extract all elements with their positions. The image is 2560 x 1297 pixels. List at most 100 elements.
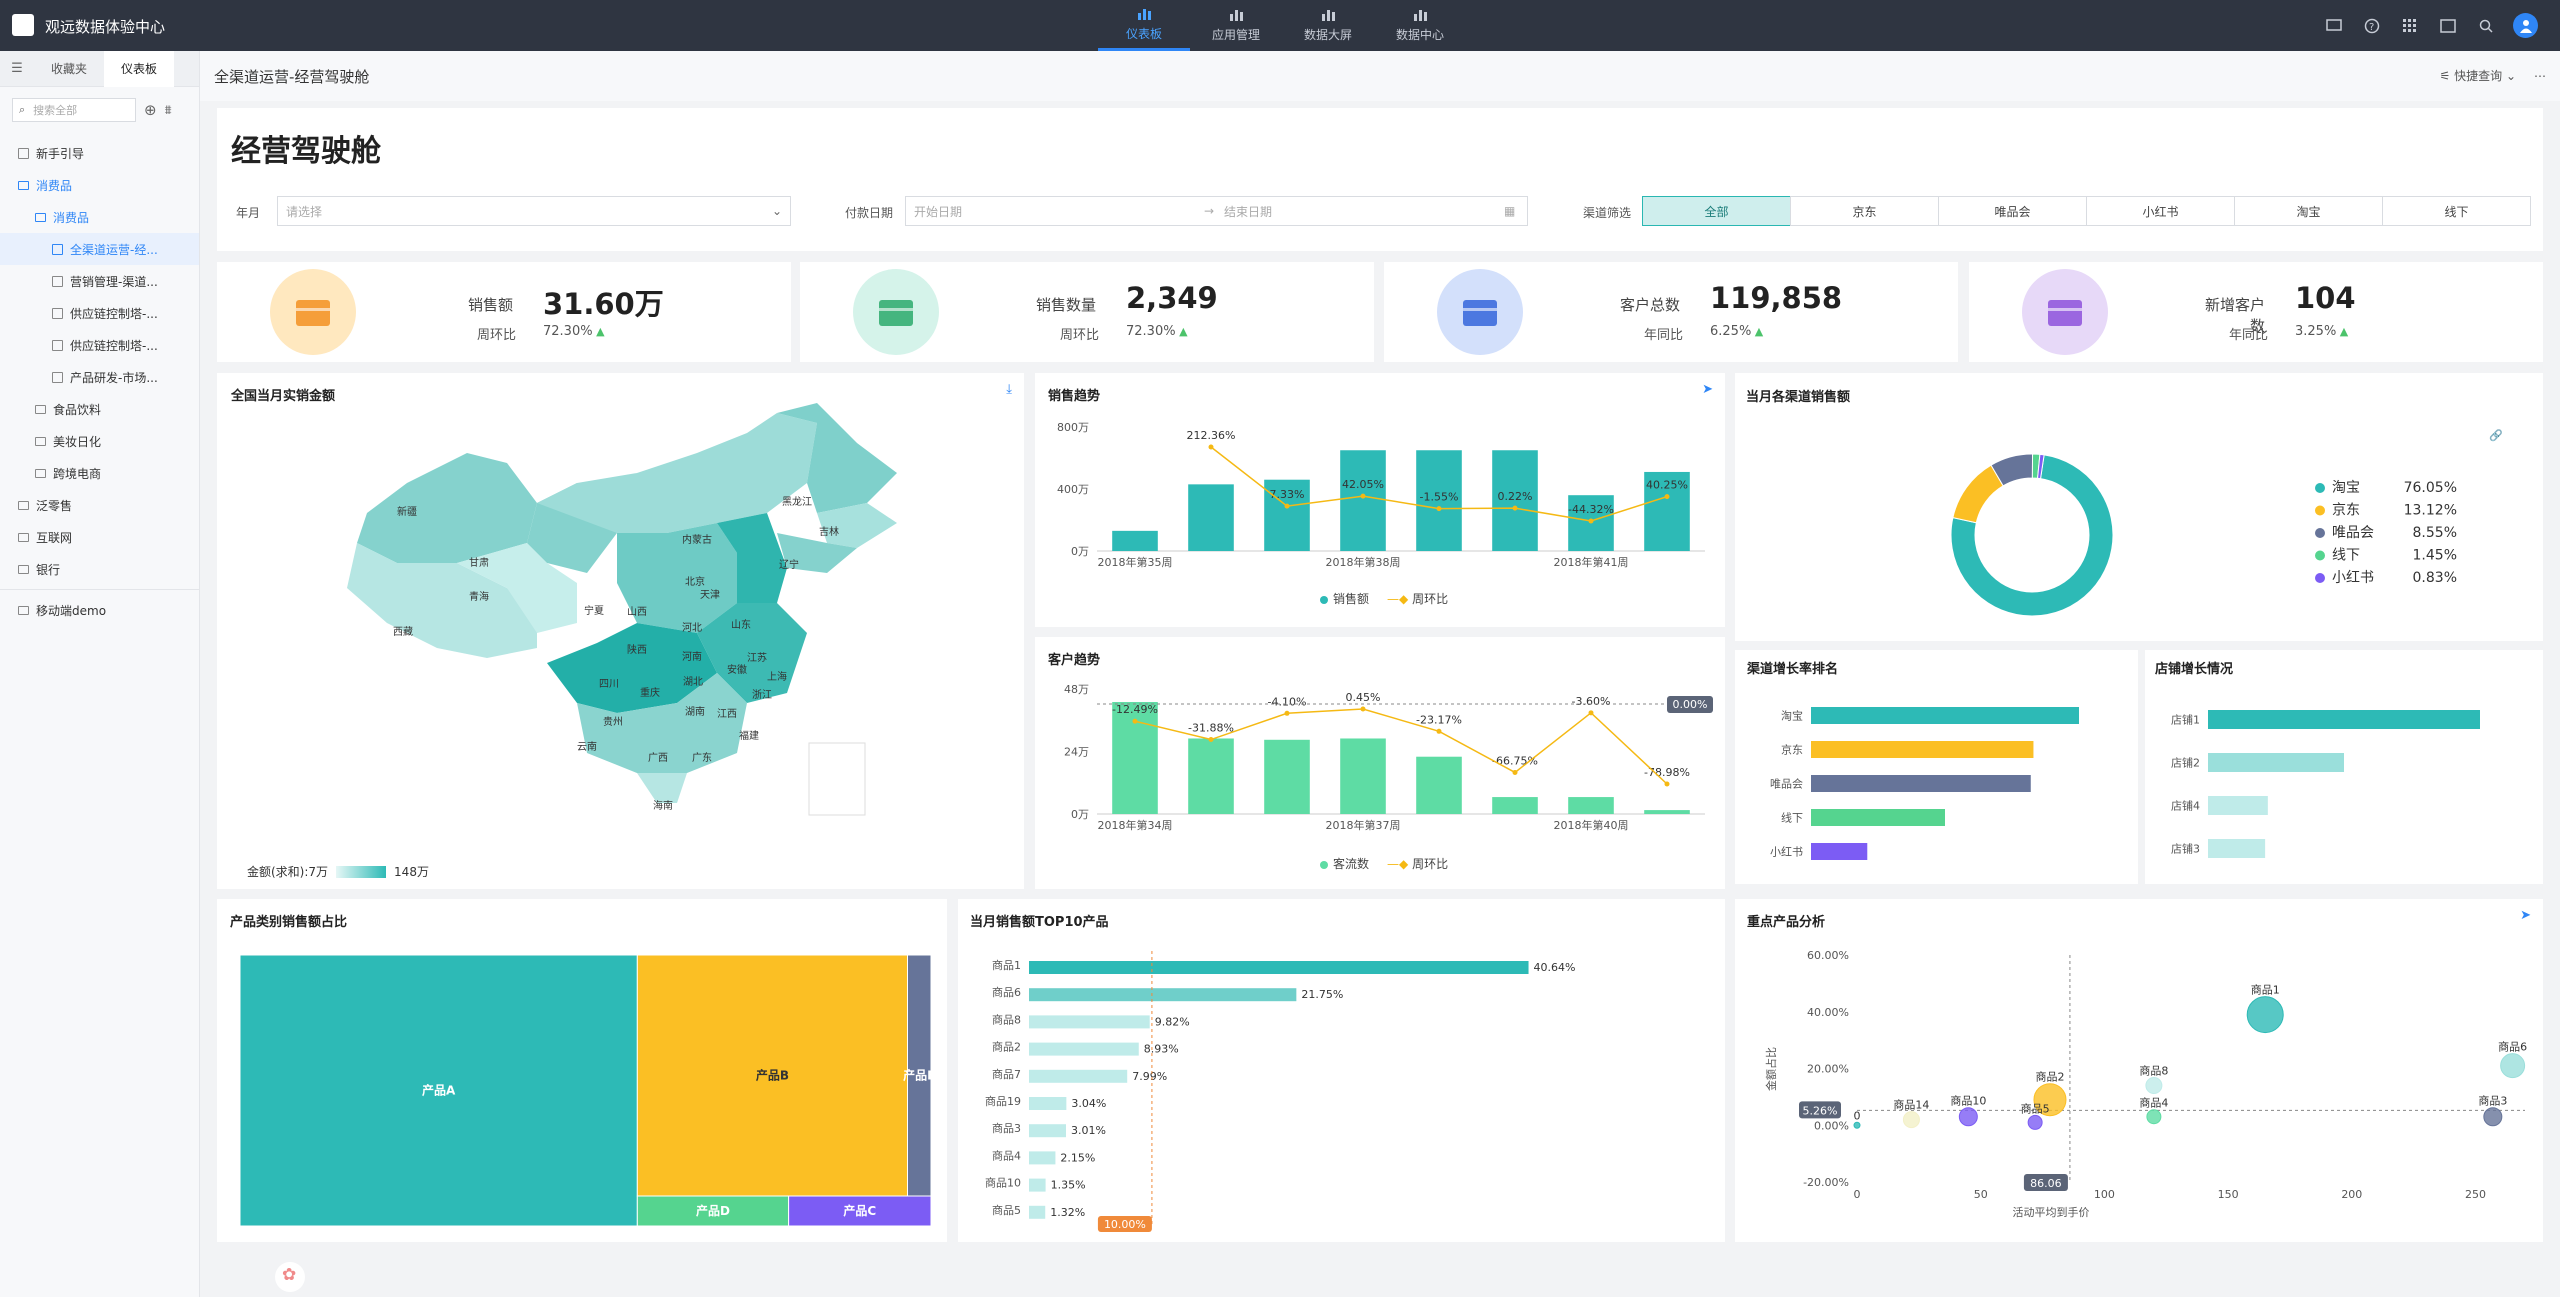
line-point[interactable] <box>1208 444 1214 450</box>
bubble-point[interactable] <box>1902 1111 1920 1129</box>
sidebar-search-input[interactable]: ⌕ 搜索全部 <box>12 98 136 122</box>
apps-grid-icon[interactable] <box>2399 15 2421 37</box>
line-point[interactable] <box>1208 737 1214 743</box>
bar[interactable] <box>1568 797 1614 814</box>
bar[interactable] <box>1029 988 1297 1002</box>
map-region-xinjiang[interactable] <box>357 453 537 563</box>
bubble-point[interactable] <box>1853 1121 1861 1129</box>
tree-item[interactable]: 供应链控制塔-... <box>0 297 199 329</box>
bar[interactable] <box>1644 810 1690 814</box>
bar[interactable] <box>2208 796 2268 815</box>
line-point[interactable] <box>1360 493 1366 499</box>
bar[interactable] <box>1029 1097 1067 1110</box>
assistant-icon[interactable]: ✿ <box>275 1262 305 1292</box>
bar[interactable] <box>1811 843 1868 860</box>
end-date-input[interactable]: 结束日期 <box>1224 203 1504 220</box>
tree-item[interactable]: 泛零售 <box>0 489 199 521</box>
line-point[interactable] <box>1512 769 1518 775</box>
year-select[interactable]: 请选择 ⌄ <box>277 196 791 226</box>
bar[interactable] <box>2208 753 2344 772</box>
map-region-neimenggu[interactable] <box>537 413 817 533</box>
line-point[interactable] <box>1436 728 1442 734</box>
bar[interactable] <box>1811 775 2031 792</box>
bubble-point[interactable] <box>2145 1077 2163 1095</box>
channel-option[interactable]: 京东 <box>1790 196 1939 226</box>
nav-apps[interactable]: 应用管理 <box>1190 0 1282 51</box>
donut-legend-label[interactable]: 唯品会 <box>2332 525 2374 541</box>
tree-item[interactable]: 美妆日化 <box>0 425 199 457</box>
tree-item[interactable]: 营销管理-渠道... <box>0 265 199 297</box>
donut-legend-label[interactable]: 京东 <box>2332 503 2360 519</box>
screen-icon[interactable] <box>2323 15 2345 37</box>
filter-icon[interactable]: ⩩ <box>165 103 172 118</box>
bubble-point[interactable] <box>2027 1114 2043 1130</box>
tree-item[interactable]: 跨境电商 <box>0 457 199 489</box>
line-point[interactable] <box>1512 505 1518 511</box>
channel-option[interactable]: 小红书 <box>2086 196 2235 226</box>
bar[interactable] <box>2208 839 2266 858</box>
line-point[interactable] <box>1588 518 1594 524</box>
donut-legend-label[interactable]: 淘宝 <box>2332 480 2360 496</box>
nav-chart[interactable]: 仪表板 <box>1098 0 1190 51</box>
bar[interactable] <box>1416 756 1462 814</box>
bubble-point[interactable] <box>2500 1053 2526 1079</box>
bubble-point[interactable] <box>2483 1107 2503 1127</box>
bar[interactable] <box>1811 741 2034 758</box>
bar[interactable] <box>1029 1042 1139 1056</box>
tab-dashboards[interactable]: 仪表板 <box>104 50 174 87</box>
bubble-point[interactable] <box>1958 1107 1978 1127</box>
bubble-point[interactable] <box>2146 1109 2162 1125</box>
line-point[interactable] <box>1284 710 1290 716</box>
quick-query-button[interactable]: ⚟ 快捷查询 ⌄ <box>2440 67 2516 84</box>
nav-database[interactable]: 数据中心 <box>1374 0 1466 51</box>
channel-option[interactable]: 线下 <box>2382 196 2531 226</box>
donut-legend-label[interactable]: 线下 <box>2332 548 2360 564</box>
bar[interactable] <box>1029 1015 1150 1029</box>
line-point[interactable] <box>1664 781 1670 787</box>
bar[interactable] <box>1340 738 1386 814</box>
menu-collapse-icon[interactable]: ☰ <box>0 61 34 76</box>
bar[interactable] <box>1492 797 1538 814</box>
bubble-point[interactable] <box>2246 996 2284 1034</box>
bar[interactable] <box>1188 738 1234 814</box>
bar[interactable] <box>1029 1178 1046 1192</box>
line-point[interactable] <box>1360 706 1366 712</box>
bar[interactable] <box>1264 739 1310 814</box>
channel-option[interactable]: 淘宝 <box>2234 196 2383 226</box>
date-range-picker[interactable]: 开始日期 → 结束日期 ▦ <box>905 196 1528 226</box>
add-icon[interactable]: ⊕ <box>144 101 157 119</box>
bar[interactable] <box>1029 1205 1046 1219</box>
tree-item[interactable]: 消费品 <box>0 169 199 201</box>
tree-item[interactable]: 移动端demo <box>0 594 199 626</box>
line-point[interactable] <box>1436 506 1442 512</box>
bar[interactable] <box>1029 1124 1066 1138</box>
tree-item[interactable]: 银行 <box>0 553 199 585</box>
bar[interactable] <box>1112 530 1158 551</box>
tab-favorites[interactable]: 收藏夹 <box>34 51 104 87</box>
line-point[interactable] <box>1588 710 1594 716</box>
bar[interactable] <box>1188 484 1234 551</box>
tree-item[interactable]: 新手引导 <box>0 137 199 169</box>
tree-item[interactable]: 产品研发-市场... <box>0 361 199 393</box>
bar[interactable] <box>1811 809 1945 826</box>
line-point[interactable] <box>1132 718 1138 724</box>
map-region-hainan[interactable] <box>637 773 687 803</box>
tree-item[interactable]: 食品饮料 <box>0 393 199 425</box>
bar[interactable] <box>1029 1151 1056 1165</box>
nav-screen[interactable]: 数据大屏 <box>1282 0 1374 51</box>
bar[interactable] <box>1811 707 2079 724</box>
bar[interactable] <box>2208 710 2480 729</box>
channel-option[interactable]: 唯品会 <box>1938 196 2087 226</box>
bar[interactable] <box>1029 1069 1128 1083</box>
help-icon[interactable]: ? <box>2361 15 2383 37</box>
avatar[interactable] <box>2513 13 2538 38</box>
tree-item[interactable]: 全渠道运营-经... <box>0 233 199 265</box>
legend-wow[interactable]: —◆ 周环比 <box>1387 590 1448 607</box>
legend-traffic[interactable]: 客流数 <box>1320 855 1369 872</box>
tree-item[interactable]: 消费品 <box>0 201 199 233</box>
line-point[interactable] <box>1284 503 1290 509</box>
channel-option[interactable]: 全部 <box>1642 196 1791 226</box>
start-date-input[interactable]: 开始日期 <box>914 203 1204 220</box>
legend-sales[interactable]: 销售额 <box>1320 590 1369 607</box>
bar[interactable] <box>1340 450 1386 551</box>
